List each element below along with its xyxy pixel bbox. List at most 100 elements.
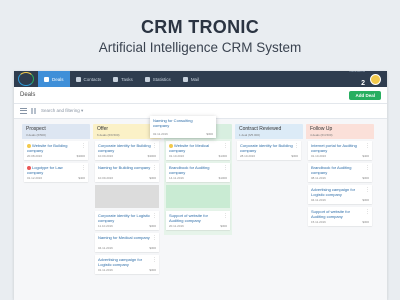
more-options-icon[interactable]: ⋮ bbox=[365, 166, 370, 171]
card-title-text: Naming for Building company bbox=[98, 165, 151, 170]
deal-card[interactable]: Advertising campaign for Logistic compan… bbox=[308, 185, 372, 204]
card-title-text: Naming for Medical company bbox=[98, 235, 150, 240]
nav-item-statistics[interactable]: Statistics bbox=[139, 71, 177, 87]
more-options-icon[interactable]: ⋮ bbox=[223, 144, 228, 149]
card-date: 04.11.2016 bbox=[98, 246, 113, 250]
card-date: 11.10.2016 bbox=[98, 224, 113, 228]
more-options-icon[interactable]: ⋮ bbox=[152, 144, 157, 149]
card-title: Naming for Consulting company bbox=[153, 118, 193, 128]
card-date: 10.09.2016 bbox=[98, 154, 114, 158]
card-title: Internet portal for Auditing company bbox=[311, 143, 369, 154]
card-amount: $300 bbox=[149, 246, 156, 250]
card-title: Advertising campaign for Logistic compan… bbox=[311, 187, 369, 198]
mail-icon bbox=[182, 76, 188, 82]
deal-card[interactable]: Corporate identity for Building company ⋮… bbox=[95, 141, 159, 160]
card-title-text: Internet portal for Auditing company bbox=[311, 143, 357, 153]
nav-item-label: Tasks bbox=[121, 76, 133, 82]
search-filter-input[interactable]: Search and filtering ▾ bbox=[41, 108, 83, 114]
card-amount: $3000 bbox=[147, 154, 156, 158]
deal-card[interactable]: Naming for Building company ⋮ 10.09.2016 $3… bbox=[95, 163, 159, 182]
more-options-icon[interactable]: ⋮ bbox=[152, 214, 157, 219]
card-amount: $300 bbox=[362, 198, 369, 202]
card-date: 08.11.2016 bbox=[311, 176, 326, 180]
deal-card[interactable]: Support of website for Auditing company ⋮… bbox=[308, 207, 372, 226]
column-header: Prospect 3 deals (6/500) bbox=[22, 124, 90, 139]
more-options-icon[interactable]: ⋮ bbox=[365, 210, 370, 215]
card-title: Corporate identity for Logistic company bbox=[98, 213, 156, 224]
deal-card[interactable]: Internet portal for Auditing company ⋮ 01.… bbox=[308, 141, 372, 160]
nav-item-mail[interactable]: Mail bbox=[177, 71, 205, 87]
card-date: 01.10.2016 bbox=[169, 154, 185, 158]
card-amount: $400 bbox=[78, 176, 85, 180]
deal-card[interactable]: Brandbook for Auditing company ⋮ 08.11.201… bbox=[308, 163, 372, 182]
card-amount: $300 bbox=[362, 220, 369, 224]
deal-card[interactable]: Brandbook for Auditing company ⋮ 14.11.201… bbox=[166, 163, 230, 182]
column-summary: 3 deals (6/500) bbox=[26, 133, 47, 137]
nav-item-label: Contacts bbox=[83, 76, 102, 82]
card-date: 01.11.2016 bbox=[98, 268, 113, 272]
more-options-icon[interactable]: ⋮ bbox=[294, 144, 299, 149]
add-deal-button[interactable]: Add Deal bbox=[349, 91, 381, 100]
statistics-icon bbox=[144, 76, 150, 82]
deal-card[interactable]: Naming for Medical company ⋮ 04.11.2016 $30… bbox=[95, 233, 159, 252]
card-title: Brandbook for Auditing company bbox=[169, 165, 227, 176]
card-title: Logotype for Law company bbox=[27, 165, 85, 176]
deal-card[interactable]: Advertising campaign for Logistic compan… bbox=[95, 255, 159, 274]
tasks-icon bbox=[113, 76, 119, 82]
card-title-text: Support of website for Auditing company bbox=[169, 213, 208, 223]
more-options-icon[interactable]: ⋮ bbox=[223, 166, 228, 171]
notifications[interactable]: notifications 2 bbox=[349, 71, 365, 89]
card-title-text: Advertising campaign for Logistic compan… bbox=[98, 257, 143, 267]
page-title: Deals bbox=[20, 92, 36, 98]
column-title: Offer bbox=[97, 126, 109, 132]
more-options-icon[interactable]: ⋮ bbox=[81, 166, 86, 171]
board-view-icon[interactable] bbox=[31, 108, 37, 114]
home-icon bbox=[44, 76, 49, 82]
deal-card[interactable]: Support of website for Auditing company ⋮… bbox=[166, 211, 230, 230]
card-date: 04.11.2016 bbox=[311, 198, 326, 202]
column-title: Contract Reviewed bbox=[239, 126, 282, 132]
column-header: Contract Reviewed 1 deal (6/5.000) bbox=[235, 124, 303, 139]
card-date: 15.11.2016 bbox=[311, 220, 326, 224]
nav-item-tasks[interactable]: Tasks bbox=[107, 71, 139, 87]
card-amount: $300 bbox=[149, 224, 156, 228]
card-amount: $3000 bbox=[76, 154, 85, 158]
card-title-text: Corporate identity for Building company bbox=[98, 143, 151, 153]
card-amount: $300 bbox=[291, 154, 298, 158]
deal-card[interactable]: Corporate identity for Logistic company ⋮… bbox=[95, 211, 159, 230]
more-options-icon[interactable]: ⋮ bbox=[365, 144, 370, 149]
nav-item-label: Deals bbox=[52, 76, 64, 82]
column-title: Follow Up bbox=[310, 126, 333, 132]
deal-card[interactable]: Website for Medical company ⋮ 01.10.2016 $1… bbox=[166, 141, 230, 160]
logo-icon[interactable] bbox=[18, 72, 34, 86]
card-date: 10.09.2016 bbox=[98, 176, 114, 180]
list-view-icon[interactable] bbox=[20, 108, 27, 114]
card-title: Naming for Building company bbox=[98, 165, 156, 171]
more-options-icon[interactable]: ⋮ bbox=[365, 188, 370, 193]
drop-placeholder bbox=[95, 185, 159, 208]
card-title-text: Brandbook for Auditing company bbox=[169, 165, 210, 175]
nav-item-deals[interactable]: Deals bbox=[38, 71, 70, 87]
more-options-icon[interactable]: ⋮ bbox=[152, 258, 157, 263]
dragged-card[interactable]: Naming for Consulting company 02.11.2016… bbox=[150, 116, 216, 138]
card-amount: $1000 bbox=[218, 176, 227, 180]
app-window: Deals Contacts Tasks Statistics Mail notific… bbox=[14, 71, 387, 300]
more-options-icon[interactable]: ⋮ bbox=[81, 144, 86, 149]
more-options-icon[interactable]: ⋮ bbox=[223, 214, 228, 219]
deal-card[interactable]: Logotype for Law company ⋮ 01.12.2016 $400 bbox=[24, 163, 88, 182]
card-title: Corporate identity for Building company bbox=[240, 143, 298, 154]
column-summary: 4 deals (6/4.500) bbox=[310, 133, 333, 137]
user-avatar[interactable] bbox=[370, 73, 381, 85]
deal-card[interactable]: Corporate identity for Building company ⋮… bbox=[237, 141, 301, 160]
nav-item-label: Statistics bbox=[152, 76, 171, 82]
deal-card[interactable]: Website for Building company ⋮ 20.08.2016 $… bbox=[24, 141, 88, 160]
column-summary: 6 deals (6/9.500) bbox=[97, 133, 120, 137]
nav-item-contacts[interactable]: Contacts bbox=[70, 71, 108, 87]
card-title: Website for Medical company bbox=[169, 143, 227, 154]
card-title-text: Corporate identity for Logistic company bbox=[98, 213, 151, 223]
column-follow-up: Follow Up 4 deals (6/4.500) Internet porta… bbox=[306, 124, 374, 231]
column-summary: 1 deal (6/5.000) bbox=[239, 133, 261, 137]
more-options-icon[interactable]: ⋮ bbox=[152, 236, 157, 241]
drop-target bbox=[166, 185, 230, 208]
more-options-icon[interactable]: ⋮ bbox=[152, 166, 157, 171]
